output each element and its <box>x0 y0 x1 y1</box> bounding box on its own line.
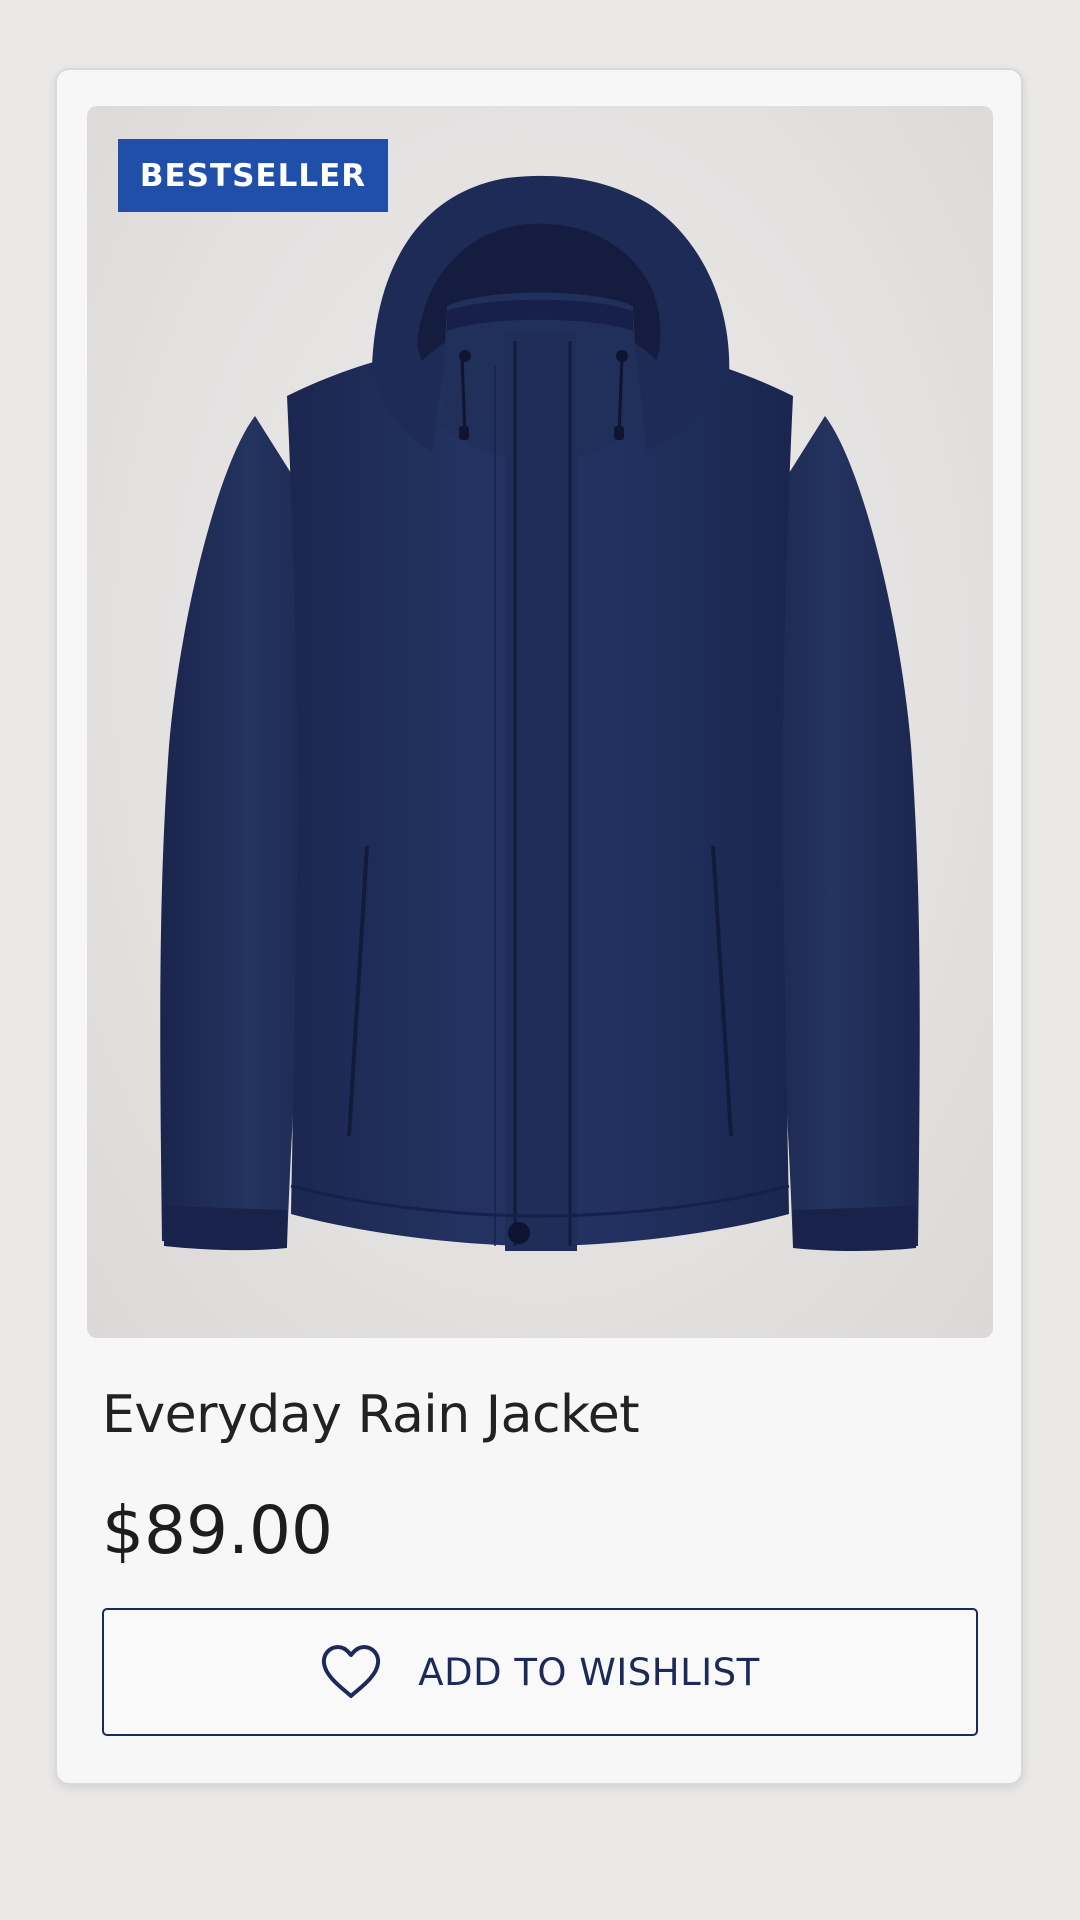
jacket-illustration <box>160 175 920 1251</box>
heart-outline-icon <box>320 1644 382 1700</box>
wishlist-label: ADD TO WISHLIST <box>418 1650 760 1694</box>
bestseller-badge: BESTSELLER <box>118 139 388 212</box>
product-card[interactable]: BESTSELLER Everyday Rain Jacket $89.00 A… <box>55 68 1023 1785</box>
add-to-wishlist-button[interactable]: ADD TO WISHLIST <box>102 1608 978 1736</box>
product-image[interactable]: BESTSELLER <box>87 106 993 1338</box>
product-title[interactable]: Everyday Rain Jacket <box>102 1385 640 1445</box>
product-price: $89.00 <box>102 1492 333 1569</box>
